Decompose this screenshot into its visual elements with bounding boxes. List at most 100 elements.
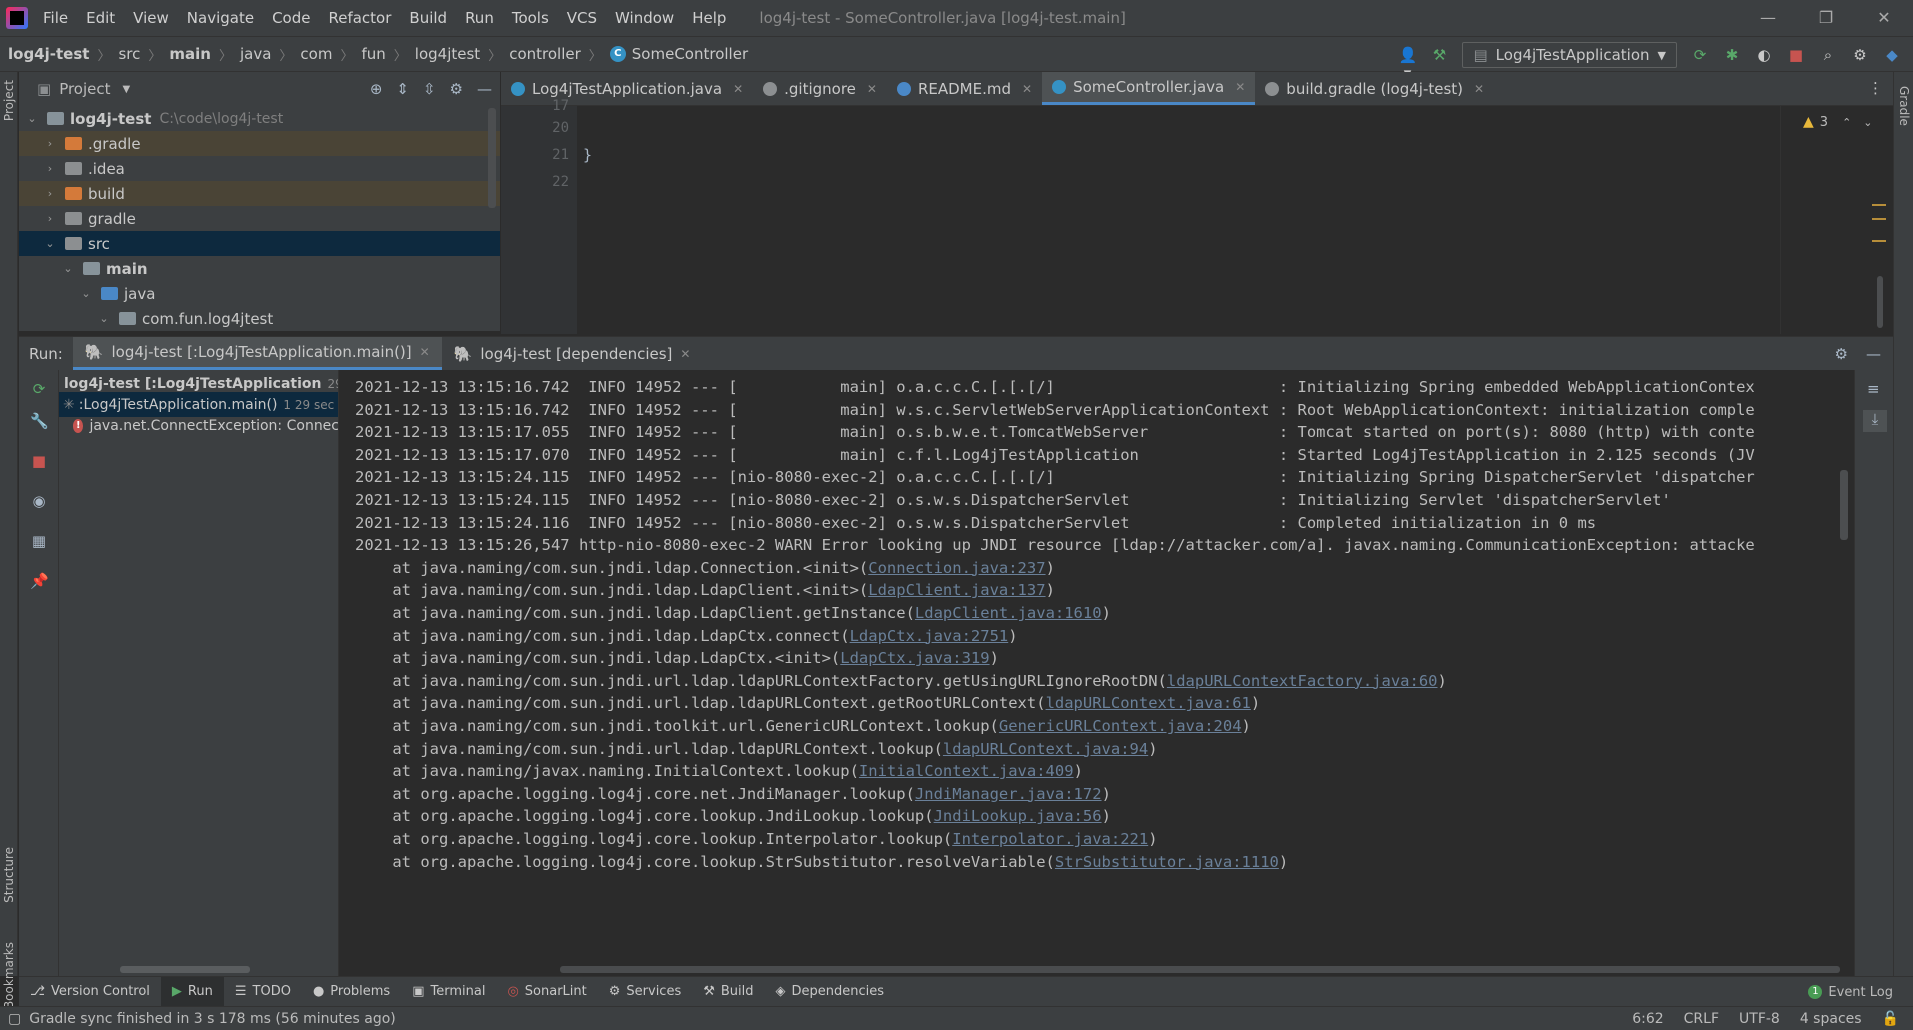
editor-tab[interactable]: README.md ✕ (887, 72, 1042, 105)
chevron-right-icon[interactable]: › (43, 187, 57, 200)
bookmarks-tool-button[interactable]: Bookmarks (2, 942, 16, 1009)
stack-trace-link[interactable]: LdapCtx.java:319 (840, 649, 989, 667)
stack-trace-link[interactable]: GenericURLContext.java:204 (999, 717, 1242, 735)
menu-item[interactable]: File (34, 9, 77, 27)
warning-marker[interactable] (1872, 240, 1886, 242)
structure-tool-button[interactable]: Structure (2, 847, 16, 903)
chevron-down-icon[interactable]: ⌄ (1863, 116, 1872, 129)
status-message[interactable]: Gradle sync finished in 3 s 178 ms (56 m… (29, 1011, 396, 1027)
close-tab-icon[interactable]: ✕ (867, 82, 877, 96)
project-tree-item[interactable]: ⌄ com.fun.log4jtest (19, 306, 500, 331)
file-encoding[interactable]: UTF-8 (1739, 1011, 1780, 1027)
breadcrumb-item[interactable]: SomeController (632, 45, 748, 63)
editor-scrollbar[interactable] (1877, 276, 1883, 328)
project-tree-item[interactable]: ⌄ java (19, 281, 500, 306)
layout-icon[interactable]: ▦ (30, 532, 48, 550)
editor-tab[interactable]: .gitignore ✕ (753, 72, 887, 105)
chevron-right-icon[interactable]: › (43, 162, 57, 175)
close-tab-icon[interactable]: ✕ (1235, 80, 1245, 94)
breadcrumb-item[interactable]: controller (509, 45, 581, 63)
stack-trace-link[interactable]: ldapURLContext.java:61 (1046, 694, 1251, 712)
gradle-tool-button[interactable]: Gradle (1897, 86, 1911, 126)
project-scrollbar[interactable] (488, 108, 496, 208)
menu-item[interactable]: Help (683, 9, 735, 27)
event-log-button[interactable]: 1 Event Log (1808, 977, 1893, 1007)
menu-item[interactable]: Code (263, 9, 319, 27)
stack-trace-link[interactable]: ldapURLContext.java:94 (943, 740, 1148, 758)
stack-trace-link[interactable]: StrSubstitutor.java:1110 (1055, 853, 1279, 871)
breadcrumb-item[interactable]: java (240, 45, 271, 63)
menu-item[interactable]: Build (400, 9, 456, 27)
collapse-all-icon[interactable]: ⇳ (423, 80, 436, 98)
rerun-icon[interactable]: ⟳ (1691, 46, 1709, 64)
wrench-icon[interactable]: 🔧 (30, 412, 49, 430)
run-tree-item[interactable]: ! java.net.ConnectException: Connec (59, 413, 338, 438)
editor-tab[interactable]: SomeController.java ✕ (1042, 72, 1256, 105)
project-tree-item[interactable]: › .gradle (19, 131, 500, 156)
project-tree-item[interactable]: › gradle (19, 206, 500, 231)
project-tree-item[interactable]: ⌄ src (19, 231, 500, 256)
locate-icon[interactable]: ⊕ (370, 80, 383, 98)
project-tree-item[interactable]: › .idea (19, 156, 500, 181)
chevron-right-icon[interactable]: › (43, 137, 57, 150)
restore-icon[interactable]: ❐ (1797, 0, 1855, 36)
layout-toggle-icon[interactable]: ▢ (8, 1011, 21, 1027)
menu-item[interactable]: Navigate (178, 9, 263, 27)
tool-window-button[interactable]: ● Problems (302, 977, 401, 1007)
breadcrumb-item[interactable]: src (118, 45, 140, 63)
project-tree-item[interactable]: ⌄ log4j-test C:\code\log4j-test (19, 106, 500, 131)
warning-marker[interactable] (1872, 218, 1886, 220)
lock-icon[interactable]: 🔓 (1882, 1011, 1899, 1027)
settings-gear-icon[interactable]: ⚙ (1851, 46, 1869, 64)
menu-item[interactable]: Tools (503, 9, 558, 27)
inspection-widget[interactable]: ▲ 3 ⌃ ⌄ (1803, 114, 1873, 130)
chevron-down-icon[interactable]: ⌄ (97, 312, 111, 325)
tool-window-button[interactable]: ⚒ Build (692, 977, 764, 1007)
minimize-icon[interactable]: — (1739, 0, 1797, 36)
stop-icon[interactable]: ■ (30, 452, 48, 470)
console-horizontal-scrollbar[interactable] (560, 966, 1840, 973)
console-output[interactable]: 2021-12-13 13:15:16.742 INFO 14952 --- [… (340, 370, 1854, 976)
close-tab-icon[interactable]: ✕ (420, 345, 430, 359)
close-tab-icon[interactable]: ✕ (1474, 82, 1484, 96)
soft-wrap-icon[interactable]: ≡ (1867, 380, 1880, 398)
breadcrumb-item[interactable]: log4j-test (8, 45, 89, 63)
stack-trace-link[interactable]: ldapURLContextFactory.java:60 (1167, 672, 1438, 690)
stack-trace-link[interactable]: InitialContext.java:409 (859, 762, 1074, 780)
menu-item[interactable]: VCS (558, 9, 606, 27)
code-editor[interactable]: } (577, 106, 1780, 334)
line-separator[interactable]: CRLF (1684, 1011, 1719, 1027)
project-tree-item[interactable]: ⌄ main (19, 256, 500, 281)
expand-all-icon[interactable]: ⇕ (396, 80, 409, 98)
run-tab[interactable]: 🐘 log4j-test [dependencies] ✕ (442, 337, 703, 370)
tool-window-button[interactable]: ☰ TODO (224, 977, 302, 1007)
menu-item[interactable]: Window (606, 9, 683, 27)
close-tab-icon[interactable]: ✕ (1022, 82, 1032, 96)
chevron-down-icon[interactable]: ⌄ (79, 287, 93, 300)
user-icon[interactable]: 👤▾ (1398, 46, 1417, 82)
close-tab-icon[interactable]: ✕ (680, 347, 690, 361)
project-panel-title[interactable]: Project (59, 80, 110, 98)
editor-tab[interactable]: Log4jTestApplication.java ✕ (501, 72, 753, 105)
hide-icon[interactable]: — (1866, 345, 1881, 363)
project-tree-item[interactable]: › build (19, 181, 500, 206)
stack-trace-link[interactable]: LdapClient.java:137 (868, 581, 1045, 599)
chevron-down-icon[interactable]: ⌄ (25, 112, 39, 125)
tool-window-button[interactable]: ◈ Dependencies (765, 977, 896, 1007)
run-tree-scrollbar[interactable] (120, 966, 250, 973)
stop-icon[interactable]: ■ (1787, 46, 1805, 64)
gear-icon[interactable]: ⚙ (1835, 345, 1848, 363)
search-icon[interactable]: ⌕ (1819, 46, 1837, 64)
menu-item[interactable]: View (124, 9, 178, 27)
tool-window-button[interactable]: ⎇ Version Control (19, 977, 161, 1007)
stack-trace-link[interactable]: JndiManager.java:172 (915, 785, 1102, 803)
warning-marker[interactable] (1872, 204, 1886, 206)
toolbox-icon[interactable]: ◆ (1883, 46, 1901, 64)
console-vertical-scrollbar[interactable] (1840, 470, 1848, 540)
more-tabs-icon[interactable]: ⋮ (1868, 79, 1883, 97)
stack-trace-link[interactable]: LdapClient.java:1610 (915, 604, 1102, 622)
gear-icon[interactable]: ⚙ (450, 80, 463, 98)
hide-icon[interactable]: — (477, 80, 492, 98)
menu-item[interactable]: Edit (77, 9, 124, 27)
chevron-down-icon[interactable]: ⌄ (43, 237, 57, 250)
